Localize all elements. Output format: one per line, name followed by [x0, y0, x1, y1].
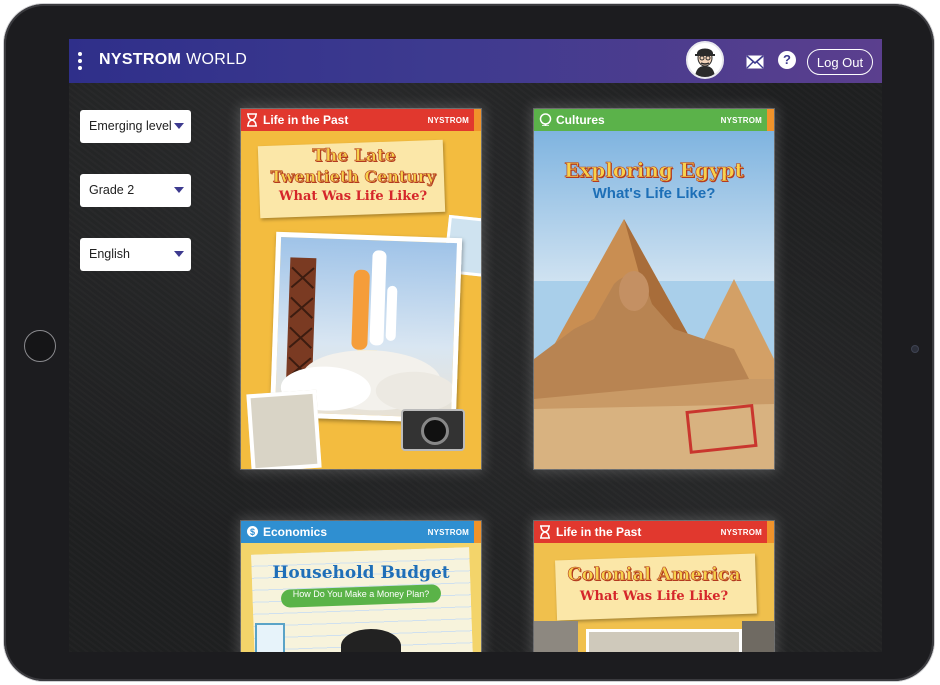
publisher-logo: NYSTROM: [720, 528, 762, 537]
book-category-bar: Life in the Past NYSTROM: [534, 521, 774, 543]
brand-name-light: WORLD: [186, 51, 248, 68]
book-title-line1: Exploring Egypt: [564, 158, 744, 182]
colonial-photo: [586, 629, 742, 652]
book-category-label: Economics: [263, 525, 328, 539]
book-category-bar: Cultures NYSTROM: [534, 109, 774, 131]
book-subtitle: What's Life Like?: [592, 185, 716, 202]
book-category-label: Life in the Past: [556, 525, 642, 539]
top-navigation-bar: NYSTROM WORLD ? Log Out: [69, 39, 882, 83]
level-dropdown[interactable]: Emerging level: [80, 110, 191, 143]
book-card[interactable]: Life in the Past NYSTROM The Late Twenti…: [241, 109, 481, 469]
chevron-down-icon: [174, 187, 184, 193]
grade-dropdown[interactable]: Grade 2: [80, 174, 191, 207]
book-title-line1: The Late: [312, 146, 396, 166]
chevron-down-icon: [174, 251, 184, 257]
globe-icon: [539, 113, 552, 126]
vintage-photo: [246, 389, 322, 469]
grade-dropdown-value: Grade 2: [89, 183, 135, 197]
book-category-label: Life in the Past: [263, 113, 349, 127]
calculator-sketch: [255, 623, 285, 652]
publisher-logo: NYSTROM: [427, 528, 469, 537]
coin-icon: $: [247, 526, 258, 537]
language-dropdown[interactable]: English: [80, 238, 191, 271]
engraving-right: [742, 621, 774, 652]
level-dropdown-value: Emerging level: [89, 119, 172, 133]
pyramids-photo: [534, 219, 774, 469]
brand-logo[interactable]: NYSTROM WORLD: [99, 51, 247, 69]
book-subtitle: What Was Life Like?: [278, 189, 428, 204]
book-title-line1: Colonial America: [567, 564, 741, 585]
mail-icon[interactable]: [746, 54, 764, 69]
book-category-label: Cultures: [556, 113, 605, 127]
book-title-line1: Household Budget: [272, 563, 450, 583]
publisher-logo: NYSTROM: [427, 116, 469, 125]
book-subtitle: What Was Life Like?: [579, 589, 729, 604]
svg-text:$: $: [250, 527, 255, 537]
book-card[interactable]: $ Economics NYSTROM Household Budget How…: [241, 521, 481, 652]
brand-name-bold: NYSTROM: [99, 51, 182, 68]
avatar-icon[interactable]: [686, 41, 724, 79]
book-title-line2: Twentieth Century: [270, 167, 436, 187]
engraving-left: [534, 621, 578, 652]
app-screen: NYSTROM WORLD ? Log Out Emerging level G…: [69, 39, 882, 652]
help-icon[interactable]: ?: [778, 51, 796, 69]
book-card[interactable]: Life in the Past NYSTROM Colonial Americ…: [534, 521, 774, 652]
menu-dots-icon[interactable]: [77, 52, 83, 72]
language-dropdown-value: English: [89, 247, 130, 261]
book-category-bar: $ Economics NYSTROM: [241, 521, 481, 543]
book-card[interactable]: Cultures NYSTROM Exploring Egypt What's …: [534, 109, 774, 469]
camera-illustration: [401, 409, 465, 451]
book-subtitle: How Do You Make a Money Plan?: [292, 589, 430, 599]
logout-button[interactable]: Log Out: [807, 49, 873, 75]
hourglass-icon: [247, 113, 257, 127]
camera-icon: [911, 345, 919, 353]
book-category-bar: Life in the Past NYSTROM: [241, 109, 481, 131]
chevron-down-icon: [174, 123, 184, 129]
hourglass-icon: [540, 525, 550, 539]
home-button[interactable]: [24, 330, 56, 362]
publisher-logo: NYSTROM: [720, 116, 762, 125]
